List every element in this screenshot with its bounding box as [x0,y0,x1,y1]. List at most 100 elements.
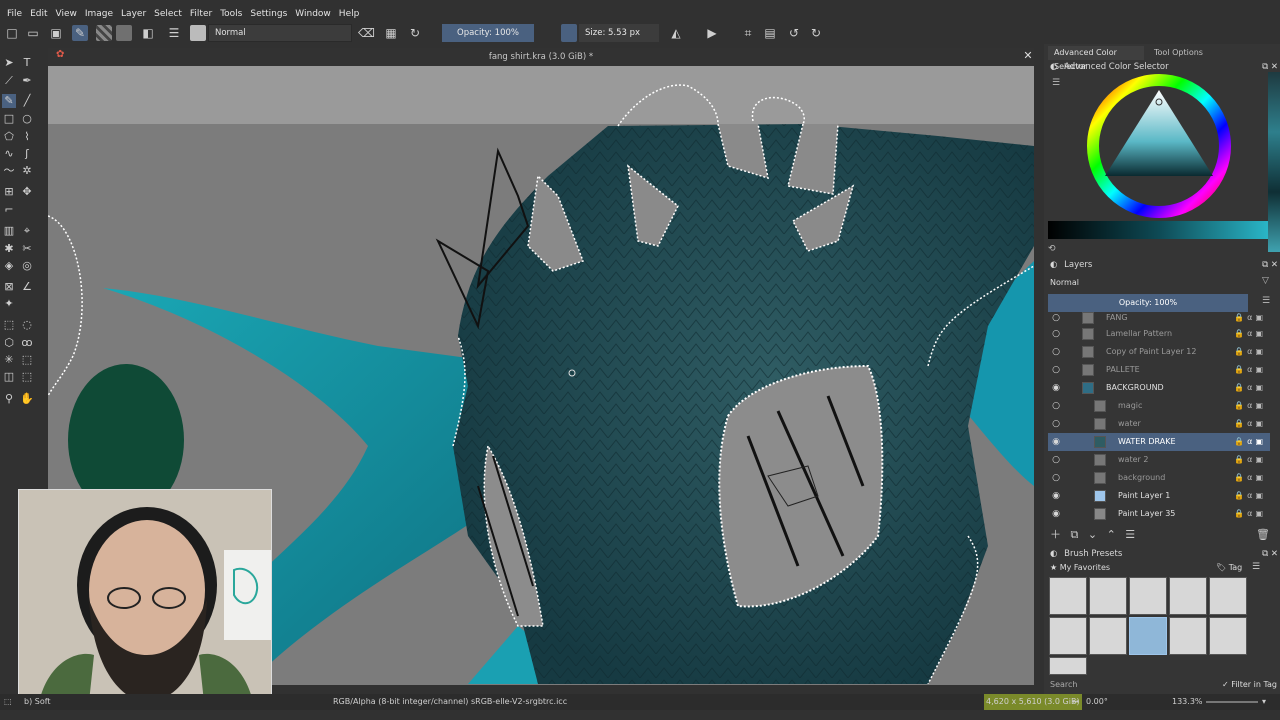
contiguous-select-icon[interactable]: ✳ [2,353,16,367]
brush-settings-icon[interactable]: ☰ [166,25,182,41]
brush-preset-icon[interactable] [190,25,206,41]
visibility-icon[interactable]: ○ [1050,325,1062,343]
filter-in-tag-checkbox[interactable]: ✓ Filter in Tag [1222,679,1277,691]
eye-icon[interactable]: ◉ [1050,505,1062,523]
zoom-slider[interactable] [1206,701,1258,703]
brush-preset[interactable] [1049,617,1087,655]
menu-filter[interactable]: Filter [186,9,216,19]
menu-select[interactable]: Select [150,9,186,19]
brush-tag-select[interactable]: ★ My Favorites [1048,562,1210,574]
move-layer-down-icon[interactable]: ⌄ [1082,528,1097,541]
eraser-mode-icon[interactable]: ⌫ [358,25,375,41]
menu-window[interactable]: Window [291,9,335,19]
pattern-swatch[interactable] [116,25,132,41]
eye-icon[interactable]: ◉ [1050,379,1062,397]
layer-lock-icons[interactable]: 🔒α▣ [1234,433,1266,451]
preserve-alpha-icon[interactable]: ▦ [383,25,399,41]
redo-icon[interactable]: ↻ [808,25,824,41]
line-tool-icon[interactable]: ╱ [20,94,34,108]
visibility-icon[interactable]: ○ [1050,451,1062,469]
size-spinbox[interactable]: Size: 5.53 px [579,24,659,42]
select-shapes-icon[interactable]: ➤ [2,56,16,70]
brush-preset[interactable] [1169,617,1207,655]
layer-row[interactable]: ○ magic 🔒α▣ [1048,397,1270,415]
brush-preset[interactable] [1209,617,1247,655]
move-tool-icon[interactable]: ✥ [20,185,34,199]
layer-row[interactable]: ○ Copy of Paint Layer 12 🔒α▣ [1048,343,1270,361]
eye-icon[interactable]: ◉ [1050,487,1062,505]
undo-icon[interactable]: ↺ [786,25,802,41]
layer-row[interactable]: ◉ BACKGROUND 🔒α▣ [1048,379,1270,397]
layers-toggle-icon[interactable]: ◐ [1048,260,1057,270]
color-history-strip[interactable] [1268,72,1280,252]
mirror-horizontal-icon[interactable]: ◭ [668,25,684,41]
layer-lock-icons[interactable]: 🔒α▣ [1234,451,1266,469]
layer-lock-icons[interactable]: 🔒α▣ [1234,487,1266,505]
visibility-icon[interactable]: ○ [1050,343,1062,361]
text-tool-icon[interactable]: T [20,56,34,70]
polyline-tool-icon[interactable]: ⌇ [20,130,34,144]
eye-icon[interactable]: ◉ [1050,433,1062,451]
layer-row[interactable]: ◉ Paint Layer 1 🔒α▣ [1048,487,1270,505]
brush-preset-selected[interactable] [1129,617,1167,655]
canvas-only-icon[interactable]: ▤ [762,25,778,41]
document-tab[interactable]: fang shirt.kra (3.0 GiB) * [48,48,1034,66]
color-selector-settings-icon[interactable]: ☰ [1052,78,1060,88]
color-shade-slider[interactable] [1048,221,1270,239]
layer-row[interactable]: ○ PALLETE 🔒α▣ [1048,361,1270,379]
dynamic-brush-icon[interactable]: 〜 [2,164,16,178]
layer-row-selected[interactable]: ◉ WATER DRAKE 🔒α▣ [1048,433,1270,451]
bezier-tool-icon[interactable]: ∿ [2,147,16,161]
reset-color-icon[interactable]: ⟲ [1048,244,1056,254]
fg-bg-color-icon[interactable]: ◧ [140,25,156,41]
layer-lock-icons[interactable]: 🔒α▣ [1234,469,1266,487]
opacity-spinbox[interactable]: Opacity: 100% [442,24,534,42]
reload-preset-icon[interactable]: ↻ [407,25,423,41]
visibility-icon[interactable]: ○ [1050,469,1062,487]
layer-properties-icon[interactable]: ☰ [1119,528,1135,541]
brush-presets-toggle-icon[interactable]: ◐ [1048,549,1057,559]
layer-row[interactable]: ○ background 🔒α▣ [1048,469,1270,487]
freehand-brush-icon[interactable]: ✎ [2,94,16,108]
brush-preset[interactable] [1089,577,1127,615]
smart-patch-icon[interactable]: ✱ [2,242,16,256]
layer-lock-icons[interactable]: 🔒α▣ [1234,343,1266,361]
brush-search-input[interactable]: Search [1048,679,1208,691]
layer-lock-icons[interactable]: 🔒α▣ [1234,415,1266,433]
layer-lock-icons[interactable]: 🔒α▣ [1234,361,1266,379]
layers-blend-select[interactable]: Normal [1048,276,1254,290]
layer-lock-icons[interactable]: 🔒α▣ [1234,397,1266,415]
blend-mode-select[interactable]: Normal [208,24,352,42]
close-document-icon[interactable]: ✕ [1021,49,1035,63]
menu-view[interactable]: View [52,9,81,19]
save-icon[interactable]: ▣ [48,25,64,41]
layer-row[interactable]: ○ Lamellar Pattern 🔒α▣ [1048,325,1270,343]
tag-button[interactable]: 🏷 Tag [1216,562,1242,574]
tab-advanced-color-selector[interactable]: Advanced Color Selector [1048,46,1144,71]
tab-tool-options[interactable]: Tool Options [1148,46,1208,60]
assistant-tool-icon[interactable]: ✂ [20,242,34,256]
bezier-select-icon[interactable]: ◫ [2,370,16,384]
mirror-vertical-icon[interactable]: ▶ [704,25,720,41]
ellipse-tool-icon[interactable]: ○ [20,112,34,126]
brush-preset[interactable] [1209,577,1247,615]
menu-help[interactable]: Help [335,9,364,19]
multibrush-icon[interactable]: ✲ [20,164,34,178]
color-wheel[interactable] [1082,72,1236,222]
add-layer-icon[interactable]: ＋ [1048,528,1061,541]
freehand-select-icon[interactable]: ꝏ [20,336,34,350]
rotate-icon[interactable]: ↔ [1072,694,1079,710]
gradient-swatch[interactable] [96,25,112,41]
brush-preset[interactable] [1049,577,1087,615]
layer-lock-icons[interactable]: 🔒α▣ [1234,379,1266,397]
move-layer-up-icon[interactable]: ⌃ [1101,528,1116,541]
menu-settings[interactable]: Settings [246,9,291,19]
zoom-tool-icon[interactable]: ⚲ [2,392,16,406]
measure-tool-icon[interactable]: ∠ [20,280,34,294]
brush-preset[interactable] [1089,617,1127,655]
layers-close-icon[interactable]: ⧉ ✕ [1262,258,1278,272]
calligraphy-icon[interactable]: ✒ [20,74,34,88]
brush-preset[interactable] [1049,657,1087,675]
fill-tool-icon[interactable]: ◈ [2,259,16,273]
filter-icon[interactable]: ▽ [1262,276,1269,286]
